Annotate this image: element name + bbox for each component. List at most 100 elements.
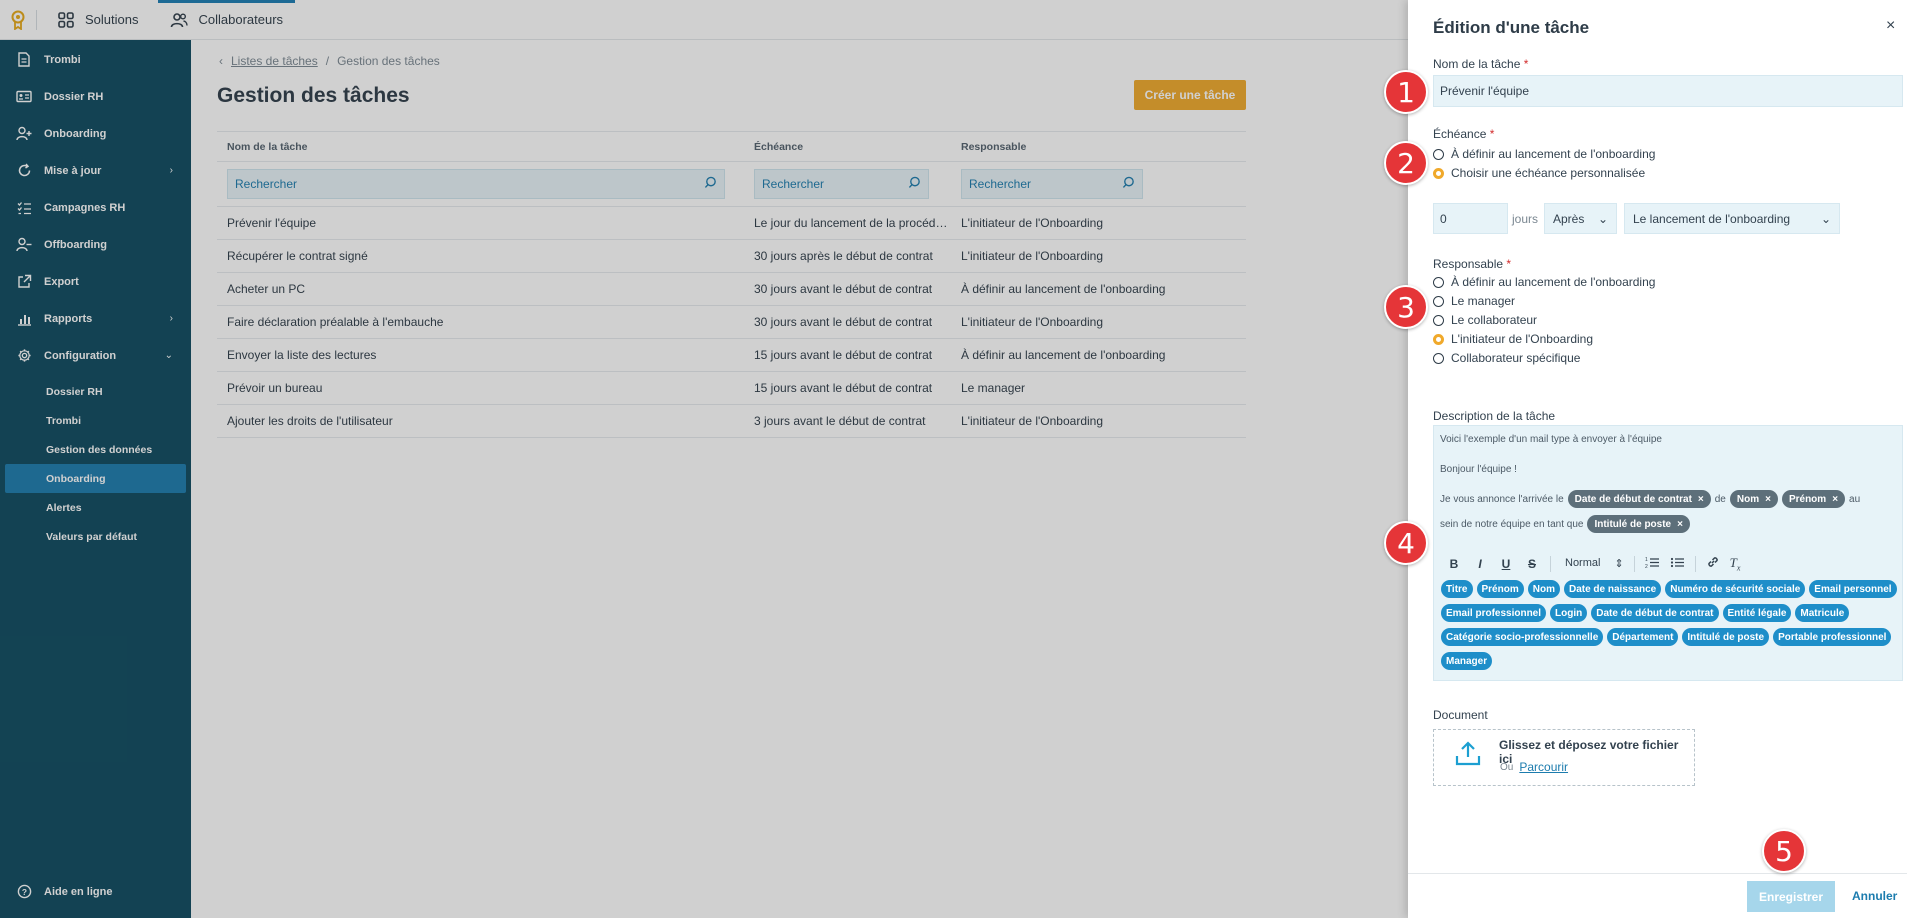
variable-chip[interactable]: Date de début de contrat × bbox=[1567, 490, 1711, 508]
variable-tags: Titre Prénom Nom Date de naissance Numéro de… bbox=[1441, 580, 1901, 670]
svg-text:2: 2 bbox=[1645, 564, 1648, 569]
annotation-badge-1: 1 bbox=[1384, 70, 1428, 114]
updown-icon: ⇕ bbox=[1614, 558, 1624, 571]
desc-line-2: Bonjour l'équipe ! bbox=[1440, 464, 1517, 475]
chip-label: Date de début de contrat bbox=[1574, 493, 1692, 505]
radio-button[interactable] bbox=[1433, 295, 1444, 307]
variable-tag[interactable]: Login bbox=[1550, 604, 1588, 622]
deadline-option[interactable]: Choisir une échéance personnalisée bbox=[1433, 166, 1645, 180]
owner-option[interactable]: Collaborateur spécifique bbox=[1433, 351, 1580, 365]
chip-label: Nom bbox=[1736, 493, 1760, 505]
variable-tag[interactable]: Nom bbox=[1527, 580, 1560, 598]
variable-tag[interactable]: Entité légale bbox=[1722, 604, 1792, 622]
radio-button[interactable] bbox=[1433, 314, 1444, 326]
deadline-label-text: Échéance bbox=[1433, 127, 1487, 141]
task-name-input[interactable] bbox=[1433, 75, 1903, 107]
chevron-down-icon: ⌄ bbox=[1597, 211, 1608, 226]
variable-tag[interactable]: Date de début de contrat bbox=[1591, 604, 1719, 622]
close-icon[interactable]: × bbox=[1886, 17, 1895, 35]
strike-button[interactable]: S bbox=[1524, 557, 1540, 571]
dropzone-or: Ou Parcourir bbox=[1500, 760, 1568, 774]
edit-task-panel: Édition d'une tâche × Nom de la tâche * … bbox=[1408, 0, 1907, 918]
radio-button[interactable] bbox=[1433, 148, 1444, 160]
desc-text: sein de notre équipe en tant que bbox=[1440, 518, 1584, 530]
bullet-list-icon[interactable] bbox=[1670, 556, 1685, 572]
desc-text: Je vous annonce l'arrivée le bbox=[1440, 493, 1564, 505]
underline-button[interactable]: U bbox=[1498, 557, 1514, 571]
variable-chip[interactable]: Intitulé de poste × bbox=[1587, 515, 1690, 533]
annotation-badge-4: 4 bbox=[1384, 521, 1428, 565]
variable-tag[interactable]: Catégorie socio-professionnelle bbox=[1441, 628, 1604, 646]
chip-remove-icon[interactable]: × bbox=[1765, 494, 1771, 505]
toolbar-divider bbox=[1694, 555, 1696, 572]
format-select[interactable]: Normal ⇕ bbox=[1565, 557, 1624, 570]
days-unit-label: jours bbox=[1512, 212, 1539, 226]
document-label: Document bbox=[1433, 708, 1488, 722]
radio-button[interactable] bbox=[1433, 167, 1444, 179]
direction-select[interactable]: Après ⌄ bbox=[1544, 203, 1617, 234]
browse-link[interactable]: Parcourir bbox=[1519, 760, 1568, 774]
variable-chip[interactable]: Nom × bbox=[1729, 490, 1778, 508]
radio-button[interactable] bbox=[1433, 333, 1444, 345]
owner-option[interactable]: Le manager bbox=[1433, 294, 1515, 308]
chip-remove-icon[interactable]: × bbox=[1698, 494, 1704, 505]
radio-button[interactable] bbox=[1433, 276, 1444, 288]
variable-tag[interactable]: Email professionnel bbox=[1441, 604, 1547, 622]
task-name-label: Nom de la tâche * bbox=[1433, 57, 1528, 71]
chip-label: Intitulé de poste bbox=[1594, 518, 1672, 530]
desc-text: de bbox=[1714, 493, 1726, 505]
description-editor[interactable]: Voici l'exemple d'un mail type à envoyer… bbox=[1433, 425, 1903, 681]
chip-remove-icon[interactable]: × bbox=[1832, 494, 1838, 505]
variable-chip[interactable]: Prénom × bbox=[1781, 490, 1846, 508]
panel-title: Édition d'une tâche bbox=[1433, 18, 1590, 37]
variable-tag[interactable]: Email personnel bbox=[1809, 580, 1897, 598]
variable-tag[interactable]: Département bbox=[1607, 628, 1679, 646]
toolbar-divider bbox=[1550, 555, 1551, 572]
file-dropzone[interactable]: Glissez et déposez votre fichier ici Ou P… bbox=[1433, 729, 1695, 786]
annotation-badge-3: 3 bbox=[1384, 285, 1428, 329]
description-label: Description de la tâche bbox=[1433, 409, 1556, 423]
link-icon[interactable] bbox=[1706, 555, 1720, 572]
upload-icon bbox=[1455, 741, 1481, 766]
variable-tag[interactable]: Manager bbox=[1441, 652, 1493, 670]
variable-tag[interactable]: Matricule bbox=[1795, 604, 1850, 622]
task-name-label-text: Nom de la tâche bbox=[1433, 57, 1521, 71]
toolbar-divider bbox=[1633, 555, 1635, 572]
clear-format-icon[interactable]: Tx bbox=[1730, 555, 1741, 573]
direction-value: Après bbox=[1553, 211, 1585, 226]
variable-tag[interactable]: Prénom bbox=[1476, 580, 1524, 598]
chevron-down-icon: ⌄ bbox=[1820, 211, 1831, 226]
italic-button[interactable]: I bbox=[1472, 557, 1488, 571]
reference-select[interactable]: Le lancement de l'onboarding ⌄ bbox=[1624, 203, 1840, 234]
chip-label: Prénom bbox=[1788, 493, 1827, 505]
radio-label: Choisir une échéance personnalisée bbox=[1451, 166, 1646, 180]
required-marker: * bbox=[1523, 57, 1529, 71]
days-input[interactable] bbox=[1433, 203, 1508, 234]
reference-value: Le lancement de l'onboarding bbox=[1633, 211, 1791, 226]
ordered-list-icon[interactable]: 12 bbox=[1645, 556, 1660, 572]
variable-tag[interactable]: Date de naissance bbox=[1563, 580, 1662, 598]
radio-label: Le collaborateur bbox=[1451, 313, 1538, 327]
variable-tag[interactable]: Intitulé de poste bbox=[1682, 628, 1770, 646]
panel-footer: Enregistrer Annuler bbox=[1408, 873, 1907, 918]
cancel-button[interactable]: Annuler bbox=[1852, 889, 1897, 903]
owner-option[interactable]: L'initiateur de l'Onboarding bbox=[1433, 332, 1593, 346]
deadline-option[interactable]: À définir au lancement de l'onboarding bbox=[1433, 147, 1655, 161]
owner-option[interactable]: À définir au lancement de l'onboarding bbox=[1433, 275, 1655, 289]
variable-tag[interactable]: Titre bbox=[1441, 580, 1473, 598]
owner-option[interactable]: Le collaborateur bbox=[1433, 313, 1537, 327]
modal-backdrop[interactable] bbox=[0, 0, 1408, 918]
owner-label: Responsable * bbox=[1433, 257, 1511, 271]
desc-line-1: Voici l'exemple d'un mail type à envoyer… bbox=[1440, 434, 1662, 445]
required-marker: * bbox=[1489, 127, 1495, 141]
variable-tag[interactable]: Portable professionnel bbox=[1773, 628, 1892, 646]
save-button[interactable]: Enregistrer bbox=[1747, 881, 1835, 912]
radio-button[interactable] bbox=[1433, 352, 1444, 364]
chip-remove-icon[interactable]: × bbox=[1677, 519, 1683, 530]
annotation-badge-2: 2 bbox=[1384, 141, 1428, 185]
desc-text: au bbox=[1849, 493, 1861, 505]
bold-button[interactable]: B bbox=[1446, 557, 1462, 571]
variable-tag[interactable]: Numéro de sécurité sociale bbox=[1665, 580, 1806, 598]
svg-text:1: 1 bbox=[1645, 557, 1648, 563]
radio-label: À définir au lancement de l'onboarding bbox=[1451, 275, 1656, 289]
